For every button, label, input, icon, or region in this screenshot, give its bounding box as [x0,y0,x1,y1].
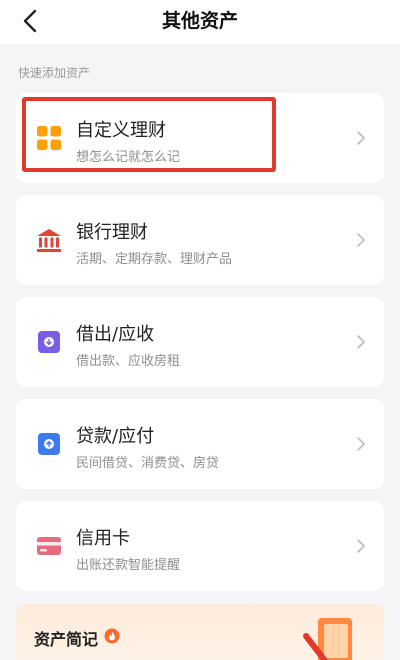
asset-item-name: 自定义理财 [76,120,166,141]
asset-item-desc: 活期、定期存款、理财产品 [76,252,233,267]
asset-item-bank-finance[interactable]: 银行理财 活期、定期存款、理财产品 [16,195,384,285]
loan-icon [38,433,60,455]
asset-item-name: 银行理财 [76,222,148,243]
asset-note-card[interactable]: 资产简记 [16,604,384,660]
top-bar: 其他资产 [0,0,400,44]
asset-note-title: 资产简记 [34,630,99,649]
chevron-right-icon [357,335,365,349]
asset-item-custom-finance[interactable]: 自定义理财 想怎么记就怎么记 [16,93,384,183]
asset-item-loan-payable[interactable]: 贷款/应付 民间借贷、消费贷、房贷 [16,399,384,489]
credit-card-icon [37,537,61,555]
asset-item-desc: 借出款、应收房租 [76,354,181,369]
chevron-right-icon [357,233,365,247]
asset-item-lend-receivable[interactable]: 借出/应收 借出款、应收房租 [16,297,384,387]
asset-item-desc: 想怎么记就怎么记 [76,150,181,165]
asset-item-desc: 民间借贷、消费贷、房贷 [76,456,220,471]
grid-apps-icon [37,126,61,150]
asset-item-credit-card[interactable]: 信用卡 出账还款智能提醒 [16,501,384,591]
asset-item-desc: 出账还款智能提醒 [76,558,181,573]
page-title: 其他资产 [161,10,238,32]
bank-icon [37,229,61,252]
chevron-right-icon [357,539,365,553]
section-label: 快速添加资产 [18,66,91,80]
asset-item-name: 借出/应收 [76,324,155,345]
asset-item-name: 贷款/应付 [76,426,155,447]
fire-icon [104,628,120,644]
notebook-pencil-icon [303,618,352,660]
chevron-right-icon [357,437,365,451]
chevron-right-icon [357,131,365,145]
asset-item-name: 信用卡 [76,528,130,549]
lend-icon [38,331,60,353]
